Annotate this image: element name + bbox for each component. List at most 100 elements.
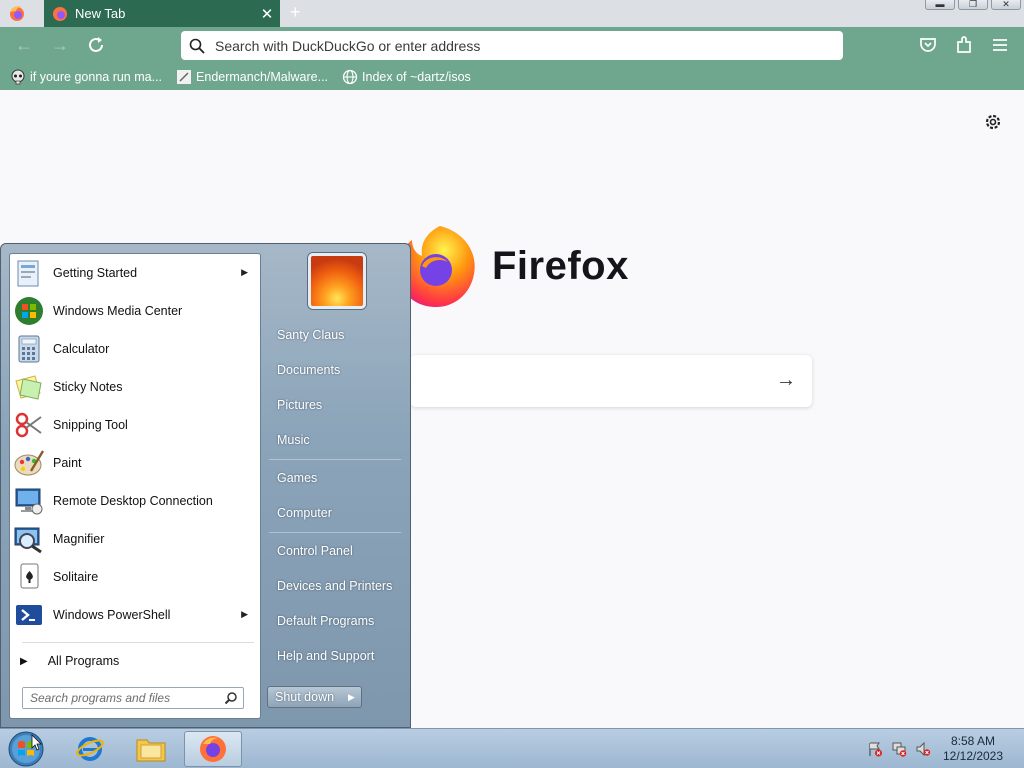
magnifier-icon	[14, 527, 42, 554]
all-programs-button[interactable]: ▶ All Programs	[10, 648, 260, 674]
program-sticky-notes[interactable]: Sticky Notes	[10, 368, 260, 406]
tab-new-tab[interactable]: New Tab ✕	[44, 0, 280, 27]
bookmark-label: Index of ~dartz/isos	[362, 70, 471, 84]
program-label: Paint	[53, 456, 82, 470]
clock-date: 12/12/2023	[942, 749, 1004, 763]
scissors-icon	[15, 412, 42, 438]
arrow-right-icon[interactable]: →	[776, 369, 796, 392]
program-label: Snipping Tool	[53, 418, 128, 432]
skull-icon	[11, 69, 25, 85]
menu-item-default-programs[interactable]: Default Programs	[266, 606, 404, 636]
globe-icon	[342, 69, 358, 85]
program-label: Windows PowerShell	[53, 608, 171, 622]
calculator-icon	[18, 335, 40, 363]
address-bar[interactable]	[181, 31, 843, 60]
taskbar-file-explorer[interactable]	[122, 731, 180, 767]
submenu-arrow-icon: ▶	[241, 267, 248, 277]
firefox-icon	[200, 736, 226, 762]
programs-divider	[22, 642, 254, 643]
menu-item-control-panel[interactable]: Control Panel	[266, 536, 404, 566]
network-icon[interactable]	[891, 741, 907, 757]
start-search-input[interactable]	[23, 688, 213, 708]
tab-bar: New Tab ✕ + ▬ ❐ ✕	[0, 0, 1024, 27]
menu-item-help-support[interactable]: Help and Support	[266, 641, 404, 671]
remote-desktop-icon	[15, 488, 43, 515]
start-search-box[interactable]	[22, 687, 244, 709]
firefox-tab-icon	[53, 6, 67, 21]
program-paint[interactable]: Paint	[10, 444, 260, 482]
menu-item-user[interactable]: Santy Claus	[266, 320, 404, 350]
submenu-arrow-icon: ▶	[241, 609, 248, 619]
program-label: Solitaire	[53, 570, 99, 584]
user-avatar[interactable]	[308, 253, 366, 309]
menu-item-pictures[interactable]: Pictures	[266, 390, 404, 420]
taskbar: 8:58 AM 12/12/2023	[0, 728, 1024, 768]
menu-divider	[269, 459, 401, 460]
program-snipping-tool[interactable]: Snipping Tool	[10, 406, 260, 444]
address-input[interactable]	[213, 36, 773, 55]
new-tab-button[interactable]: +	[290, 2, 301, 23]
program-getting-started[interactable]: Getting Started ▶	[10, 254, 260, 292]
programs-pane: Getting Started ▶ Windows Media Center C…	[9, 253, 261, 719]
back-arrow-icon[interactable]: ←	[13, 34, 35, 56]
minimize-button[interactable]: ▬	[925, 0, 955, 10]
taskbar-firefox[interactable]	[184, 731, 242, 767]
bookmarks-toolbar: if youre gonna run ma... Endermanch/Malw…	[0, 64, 1024, 90]
menu-item-music[interactable]: Music	[266, 425, 404, 455]
getting-started-icon	[17, 260, 39, 287]
media-center-icon	[15, 297, 43, 325]
close-window-button[interactable]: ✕	[991, 0, 1021, 10]
menu-item-computer[interactable]: Computer	[266, 498, 404, 528]
program-windows-media-center[interactable]: Windows Media Center	[10, 292, 260, 330]
hamburger-menu-icon[interactable]	[989, 34, 1011, 56]
program-label: Windows Media Center	[53, 304, 183, 318]
menu-item-documents[interactable]: Documents	[266, 355, 404, 385]
reload-icon[interactable]	[85, 34, 107, 56]
menu-divider	[269, 532, 401, 533]
navigation-toolbar: ← →	[0, 27, 1024, 64]
volume-muted-icon[interactable]	[915, 741, 931, 757]
taskbar-internet-explorer[interactable]	[61, 731, 119, 767]
firefox-wordmark: Firefox	[492, 244, 629, 288]
program-remote-desktop[interactable]: Remote Desktop Connection	[10, 482, 260, 520]
restore-button[interactable]: ❐	[958, 0, 988, 10]
chevron-right-icon: ▶	[20, 655, 28, 667]
system-clock[interactable]: 8:58 AM 12/12/2023	[936, 734, 1010, 764]
action-center-flag-icon[interactable]	[867, 741, 883, 757]
program-windows-powershell[interactable]: Windows PowerShell ▶	[10, 596, 260, 634]
search-icon	[189, 38, 205, 54]
forward-arrow-icon[interactable]: →	[49, 34, 71, 56]
program-label: Getting Started	[53, 266, 138, 280]
program-solitaire[interactable]: Solitaire	[10, 558, 260, 596]
start-menu: Getting Started ▶ Windows Media Center C…	[0, 243, 411, 728]
cards-icon	[20, 563, 39, 589]
powershell-icon	[16, 605, 42, 625]
program-calculator[interactable]: Calculator	[10, 330, 260, 368]
tab-close-button[interactable]: ✕	[254, 5, 280, 23]
program-label: Sticky Notes	[53, 380, 123, 394]
tab-title: New Tab	[75, 6, 126, 21]
program-magnifier[interactable]: Magnifier	[10, 520, 260, 558]
shutdown-options-arrow-icon[interactable]: ▶	[342, 686, 362, 708]
internet-explorer-icon	[76, 737, 104, 761]
page-search-box[interactable]: →	[410, 355, 812, 407]
sticky-notes-icon	[15, 375, 42, 400]
firefox-menu-icon[interactable]	[6, 3, 28, 23]
pocket-icon[interactable]	[917, 34, 939, 56]
bookmark-item[interactable]: Endermanch/Malware...	[176, 69, 328, 85]
menu-item-games[interactable]: Games	[266, 463, 404, 493]
shutdown-button[interactable]: Shut down	[267, 686, 343, 708]
start-button-icon[interactable]	[6, 730, 46, 768]
github-page-icon	[177, 70, 192, 84]
folder-icon	[136, 739, 166, 762]
bookmark-item[interactable]: Index of ~dartz/isos	[342, 69, 471, 85]
bookmark-item[interactable]: if youre gonna run ma...	[10, 69, 162, 85]
menu-item-devices-printers[interactable]: Devices and Printers	[266, 571, 404, 601]
extensions-icon[interactable]	[953, 34, 975, 56]
bookmark-label: if youre gonna run ma...	[30, 70, 163, 84]
search-icon	[224, 692, 237, 705]
program-label: Remote Desktop Connection	[53, 494, 213, 508]
gear-icon[interactable]	[983, 112, 1003, 132]
program-label: Calculator	[53, 342, 110, 356]
paint-palette-icon	[14, 450, 45, 476]
